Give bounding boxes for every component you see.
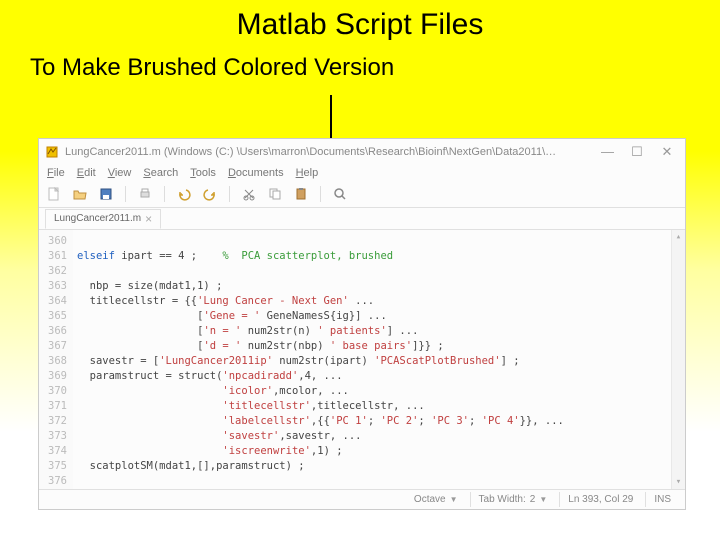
menu-tools[interactable]: Tools — [190, 167, 216, 179]
code-content[interactable]: elseif ipart == 4 ; % PCA scatterplot, b… — [73, 230, 671, 489]
line-number: 376 — [41, 474, 67, 489]
slide-subtitle: To Make Brushed Colored Version — [0, 42, 720, 82]
line-number: 371 — [41, 399, 67, 414]
line-number: 374 — [41, 444, 67, 459]
print-icon[interactable] — [136, 185, 154, 203]
open-file-icon[interactable] — [71, 185, 89, 203]
line-number: 360 — [41, 234, 67, 249]
status-highlight[interactable]: Octave▼ — [406, 492, 466, 507]
close-button[interactable]: ✕ — [661, 144, 673, 160]
line-number: 372 — [41, 414, 67, 429]
save-icon[interactable] — [97, 185, 115, 203]
titlebar: LungCancer2011.m (Windows (C:) \Users\ma… — [39, 139, 685, 165]
tab-active[interactable]: LungCancer2011.m × — [45, 209, 161, 229]
paste-icon[interactable] — [292, 185, 310, 203]
line-number: 375 — [41, 459, 67, 474]
menubar: File Edit View Search Tools Documents He… — [39, 165, 685, 181]
line-gutter: 360 361 362 363 364 365 366 367 368 369 … — [39, 230, 73, 489]
menu-search[interactable]: Search — [143, 167, 178, 179]
maximize-button[interactable]: ☐ — [631, 144, 643, 160]
line-number: 368 — [41, 354, 67, 369]
statusbar: Octave▼ Tab Width: 2▼ Ln 393, Col 29 INS — [39, 489, 685, 509]
toolbar-separator — [164, 186, 165, 202]
search-icon[interactable] — [331, 185, 349, 203]
status-position: Ln 393, Col 29 — [559, 492, 641, 507]
line-number: 365 — [41, 309, 67, 324]
copy-icon[interactable] — [266, 185, 284, 203]
line-number: 363 — [41, 279, 67, 294]
cut-icon[interactable] — [240, 185, 258, 203]
menu-edit[interactable]: Edit — [77, 167, 96, 179]
line-number: 367 — [41, 339, 67, 354]
status-tabwidth[interactable]: Tab Width: 2▼ — [470, 492, 556, 507]
line-number: 366 — [41, 324, 67, 339]
code-area: 360 361 362 363 364 365 366 367 368 369 … — [39, 230, 685, 489]
scroll-up-icon[interactable]: ▴ — [672, 230, 685, 244]
line-number: 364 — [41, 294, 67, 309]
undo-icon[interactable] — [175, 185, 193, 203]
menu-view[interactable]: View — [108, 167, 132, 179]
toolbar — [39, 181, 685, 208]
line-number: 361 — [41, 249, 67, 264]
line-number: 370 — [41, 384, 67, 399]
app-icon — [45, 145, 59, 159]
slide-title: Matlab Script Files — [0, 0, 720, 42]
line-number: 373 — [41, 429, 67, 444]
vertical-scrollbar[interactable]: ▴ ▾ — [671, 230, 685, 489]
chevron-down-icon: ▼ — [450, 495, 458, 504]
toolbar-separator — [229, 186, 230, 202]
chevron-down-icon: ▼ — [539, 495, 547, 504]
toolbar-separator — [320, 186, 321, 202]
window-title: LungCancer2011.m (Windows (C:) \Users\ma… — [65, 146, 601, 158]
tab-close-icon[interactable]: × — [145, 212, 152, 226]
editor-window: LungCancer2011.m (Windows (C:) \Users\ma… — [38, 138, 686, 510]
new-file-icon[interactable] — [45, 185, 63, 203]
redo-icon[interactable] — [201, 185, 219, 203]
menu-file[interactable]: File — [47, 167, 65, 179]
line-number: 369 — [41, 369, 67, 384]
menu-help[interactable]: Help — [296, 167, 319, 179]
tabbar: LungCancer2011.m × — [39, 208, 685, 230]
line-number: 362 — [41, 264, 67, 279]
toolbar-separator — [125, 186, 126, 202]
scroll-down-icon[interactable]: ▾ — [672, 475, 685, 489]
status-insert-mode[interactable]: INS — [645, 492, 679, 507]
minimize-button[interactable]: — — [601, 144, 613, 160]
menu-documents[interactable]: Documents — [228, 167, 284, 179]
tab-label: LungCancer2011.m — [54, 213, 141, 224]
